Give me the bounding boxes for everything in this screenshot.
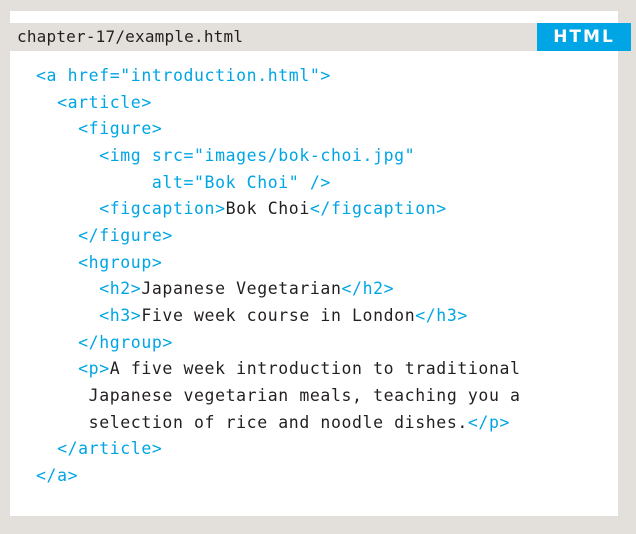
code-tag-token: </figure> — [36, 225, 173, 245]
code-tag-token: alt="Bok Choi" /> — [36, 172, 331, 192]
code-tag-token: <img src="images/bok-choi.jpg" — [36, 145, 416, 165]
code-tag-token: </article> — [36, 439, 163, 459]
code-line: <h2>Japanese Vegetarian</h2> — [36, 276, 521, 303]
code-tag-token: </p> — [467, 412, 511, 432]
code-text-token: Five week course in London — [141, 305, 416, 325]
code-tag-token: </a> — [36, 465, 79, 485]
code-tag-token: </figcaption> — [309, 199, 447, 219]
code-line: <hgroup> — [36, 250, 521, 277]
code-tag-token: <article> — [36, 92, 152, 112]
code-text-token: Bok Choi — [225, 199, 310, 219]
code-line: <figcaption>Bok Choi</figcaption> — [36, 196, 521, 223]
code-line: </a> — [36, 463, 521, 490]
code-tag-token: <figure> — [36, 119, 163, 139]
code-tag-token: </hgroup> — [36, 332, 173, 352]
code-text-token: Japanese vegetarian meals, teaching you … — [36, 385, 521, 405]
code-line: <figure> — [36, 116, 521, 143]
code-example-panel: chapter-17/example.html HTML <a href="in… — [10, 11, 631, 516]
code-tag-token: <h2> — [36, 279, 142, 299]
code-tag-token: <h3> — [36, 305, 142, 325]
code-text-token: Japanese Vegetarian — [141, 279, 342, 299]
code-tag-token: <a href="introduction.html"> — [36, 66, 331, 85]
code-line: selection of rice and noodle dishes.</p> — [36, 410, 521, 437]
code-line: </article> — [36, 436, 521, 463]
code-text-token: A five week introduction to traditional — [109, 359, 521, 379]
code-line: <a href="introduction.html"> — [36, 63, 521, 90]
file-path-label: chapter-17/example.html — [17, 27, 244, 46]
code-tag-token: </h2> — [341, 279, 395, 299]
code-tag-token: <p> — [36, 359, 110, 379]
code-line: <h3>Five week course in London</h3> — [36, 303, 521, 330]
code-line: <article> — [36, 90, 521, 117]
code-line: alt="Bok Choi" /> — [36, 170, 521, 197]
code-line: <p>A five week introduction to tradition… — [36, 356, 521, 383]
code-line: <img src="images/bok-choi.jpg" — [36, 143, 521, 170]
code-header-bar: chapter-17/example.html HTML — [10, 23, 631, 51]
code-tag-token: </h3> — [415, 305, 468, 325]
language-badge: HTML — [537, 23, 631, 51]
code-listing: <a href="introduction.html"> <article> <… — [36, 63, 521, 490]
code-text-token: selection of rice and noodle dishes. — [36, 412, 468, 432]
code-line: </figure> — [36, 223, 521, 250]
code-tag-token: <figcaption> — [36, 199, 226, 219]
code-line: </hgroup> — [36, 330, 521, 357]
code-line: Japanese vegetarian meals, teaching you … — [36, 383, 521, 410]
code-tag-token: <hgroup> — [36, 252, 163, 272]
